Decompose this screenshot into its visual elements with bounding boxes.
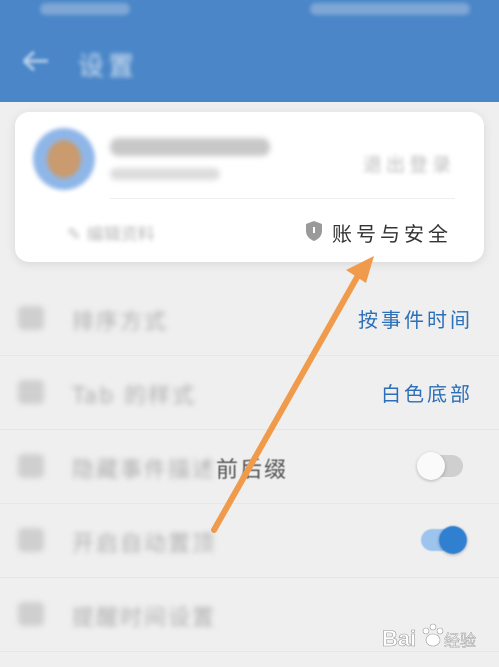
svg-text:Bai: Bai — [382, 626, 416, 651]
svg-text:经验: 经验 — [444, 631, 476, 650]
baidu-paw-logo: Bai 经验 — [382, 623, 476, 651]
annotation-arrow — [211, 256, 374, 533]
baidu-watermark: Bai 经验 — [380, 612, 490, 662]
